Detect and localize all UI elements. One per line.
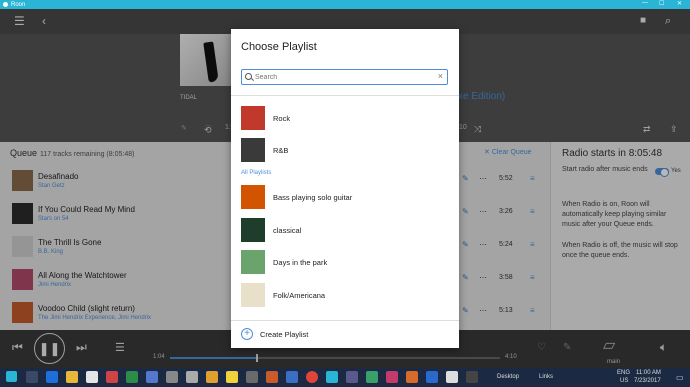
window-titlebar: Roon — ☐ ✕ bbox=[0, 0, 690, 9]
calculator-icon[interactable] bbox=[166, 371, 178, 383]
playlist-option[interactable]: R&B bbox=[241, 138, 451, 164]
playlist-option[interactable]: Folk/Americana bbox=[241, 282, 451, 309]
divider bbox=[231, 95, 459, 96]
language-indicator[interactable]: ENG bbox=[617, 370, 630, 376]
app-icon-black[interactable] bbox=[466, 371, 478, 383]
clear-search-icon[interactable]: × bbox=[438, 71, 443, 81]
playlist-option[interactable]: Rock bbox=[241, 106, 451, 132]
create-playlist-label: Create Playlist bbox=[260, 330, 309, 339]
region-indicator[interactable]: US bbox=[620, 378, 628, 384]
app-icon-teal[interactable] bbox=[366, 371, 378, 383]
plus-icon: + bbox=[241, 328, 253, 340]
start-button-icon[interactable] bbox=[6, 371, 17, 382]
roon-taskbar-icon[interactable] bbox=[326, 371, 338, 383]
search-field[interactable]: × bbox=[241, 69, 448, 85]
app-icon-blue[interactable] bbox=[146, 371, 158, 383]
playlist-name: Bass playing solo guitar bbox=[273, 193, 353, 202]
app-icon-white[interactable] bbox=[446, 371, 458, 383]
playlist-thumbnail bbox=[241, 138, 265, 162]
chrome-icon[interactable] bbox=[306, 371, 318, 383]
playlist-thumbnail bbox=[241, 185, 265, 209]
close-button[interactable]: ✕ bbox=[677, 0, 682, 7]
playlist-option[interactable]: classical bbox=[241, 217, 451, 244]
all-playlists-heading: All Playlists bbox=[241, 170, 272, 176]
app-icon-cobalt[interactable] bbox=[426, 371, 438, 383]
windows-taskbar: Desktop Links ENG US 11:00 AM 7/23/2017 … bbox=[0, 368, 690, 387]
create-playlist-button[interactable]: + Create Playlist bbox=[231, 320, 459, 348]
app-icon-green[interactable] bbox=[126, 371, 138, 383]
playlist-option[interactable]: Days in the park bbox=[241, 250, 451, 276]
dialog-title: Choose Playlist bbox=[241, 41, 317, 53]
playlist-thumbnail bbox=[241, 282, 265, 307]
choose-playlist-dialog: Choose Playlist × RockR&B All Playlists … bbox=[231, 29, 459, 348]
maximize-button[interactable]: ☐ bbox=[659, 0, 664, 7]
desktop-toolbar-label[interactable]: Desktop bbox=[497, 374, 519, 380]
playlist-name: classical bbox=[273, 225, 302, 235]
app-icon-rust[interactable] bbox=[266, 371, 278, 383]
lightbulb-icon[interactable] bbox=[226, 371, 238, 383]
playlist-thumbnail bbox=[241, 106, 265, 130]
task-view-icon[interactable] bbox=[26, 371, 38, 383]
app-icon bbox=[3, 2, 8, 7]
edge-browser-icon[interactable] bbox=[46, 371, 58, 383]
app-icon-navy[interactable] bbox=[286, 371, 298, 383]
app-icon-dark[interactable] bbox=[246, 371, 258, 383]
app-icon-red[interactable] bbox=[106, 371, 118, 383]
playlist-name: R&B bbox=[273, 146, 289, 155]
playlist-thumbnail bbox=[241, 250, 265, 274]
playlist-name: Rock bbox=[273, 114, 291, 123]
search-input[interactable] bbox=[255, 72, 433, 83]
file-explorer-icon[interactable] bbox=[66, 371, 78, 383]
playlist-option[interactable]: Bass playing solo guitar bbox=[241, 185, 451, 211]
app-icon-amber[interactable] bbox=[406, 371, 418, 383]
playlist-name: Folk/Americana bbox=[273, 290, 326, 300]
notification-icon[interactable]: ▭ bbox=[676, 373, 684, 382]
app-icon-gray[interactable] bbox=[186, 371, 198, 383]
app-icon-pink[interactable] bbox=[386, 371, 398, 383]
search-icon bbox=[245, 73, 252, 80]
playlist-name: Days in the park bbox=[273, 258, 328, 267]
window-title: Roon bbox=[11, 1, 26, 8]
clock-date[interactable]: 7/23/2017 bbox=[634, 378, 661, 384]
app-icon-purple[interactable] bbox=[346, 371, 358, 383]
clock-time[interactable]: 11:00 AM bbox=[636, 370, 661, 376]
playlist-thumbnail bbox=[241, 217, 265, 242]
app-icon-orange[interactable] bbox=[206, 371, 218, 383]
store-icon[interactable] bbox=[86, 371, 98, 383]
links-toolbar-label[interactable]: Links bbox=[539, 374, 553, 380]
minimize-button[interactable]: — bbox=[642, 0, 648, 6]
